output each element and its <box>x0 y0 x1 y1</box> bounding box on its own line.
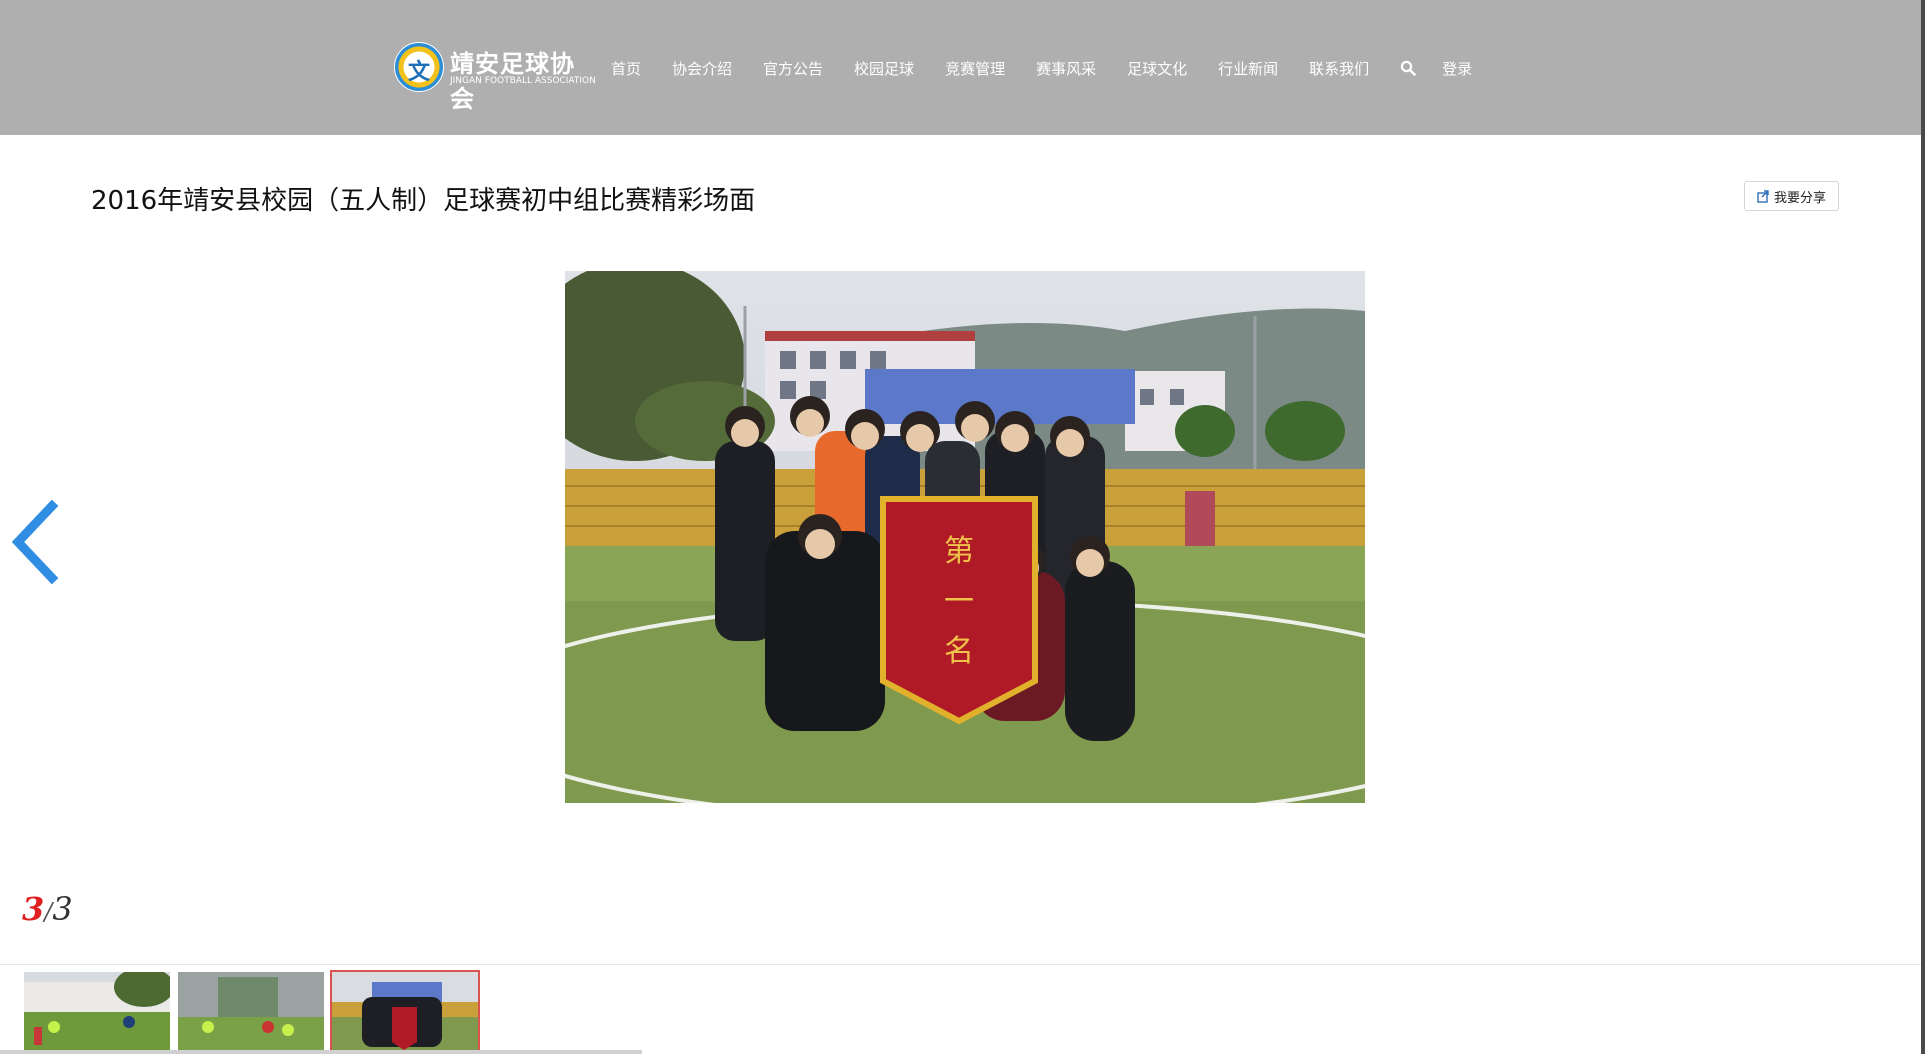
nav-item-competition[interactable]: 竞赛管理 <box>945 58 1005 79</box>
nav-item-news[interactable]: 行业新闻 <box>1218 58 1278 79</box>
thumbnail-2[interactable] <box>178 972 324 1052</box>
nav-item-home[interactable]: 首页 <box>611 58 641 79</box>
svg-text:名: 名 <box>944 634 974 669</box>
search-icon[interactable] <box>1400 60 1418 78</box>
logo-name-en: JINGAN FOOTBALL ASSOCIATION <box>450 76 596 86</box>
chevron-left-icon <box>11 499 59 585</box>
login-link[interactable]: 登录 <box>1442 58 1472 79</box>
share-icon <box>1757 189 1769 203</box>
main-nav: 首页 协会介绍 官方公告 校园足球 竞赛管理 赛事风采 足球文化 行业新闻 联系… <box>611 58 1503 79</box>
site-header: 文 靖安足球协会 JINGAN FOOTBALL ASSOCIATION 首页 … <box>0 0 1925 135</box>
nav-item-culture[interactable]: 足球文化 <box>1127 58 1187 79</box>
horizontal-scrollbar[interactable] <box>0 1050 642 1054</box>
nav-item-campus-football[interactable]: 校园足球 <box>854 58 914 79</box>
nav-item-about[interactable]: 协会介绍 <box>672 58 732 79</box>
thumbnail-3[interactable] <box>330 970 480 1054</box>
thumbnail-divider <box>0 964 1921 965</box>
current-index: 3 <box>22 890 45 928</box>
page-title: 2016年靖安县校园（五人制）足球赛初中组比赛精彩场面 <box>91 186 756 216</box>
window-edge <box>1921 0 1925 1054</box>
nav-item-events[interactable]: 赛事风采 <box>1036 58 1096 79</box>
main-photo: 第 一 名 <box>565 271 1365 803</box>
total-count: 3 <box>52 890 73 928</box>
photo-counter: 3/3 <box>22 890 73 928</box>
nav-item-contact[interactable]: 联系我们 <box>1309 58 1369 79</box>
previous-photo-button[interactable] <box>10 499 60 585</box>
share-button[interactable]: 我要分享 <box>1744 181 1839 211</box>
svg-text:一: 一 <box>944 584 974 619</box>
thumbnail-1[interactable] <box>24 972 170 1052</box>
site-logo[interactable]: 文 靖安足球协会 JINGAN FOOTBALL ASSOCIATION <box>394 42 596 113</box>
logo-badge-icon: 文 <box>394 42 444 92</box>
share-label: 我要分享 <box>1773 190 1826 206</box>
nav-item-announcements[interactable]: 官方公告 <box>763 58 823 79</box>
svg-text:第: 第 <box>944 534 974 569</box>
